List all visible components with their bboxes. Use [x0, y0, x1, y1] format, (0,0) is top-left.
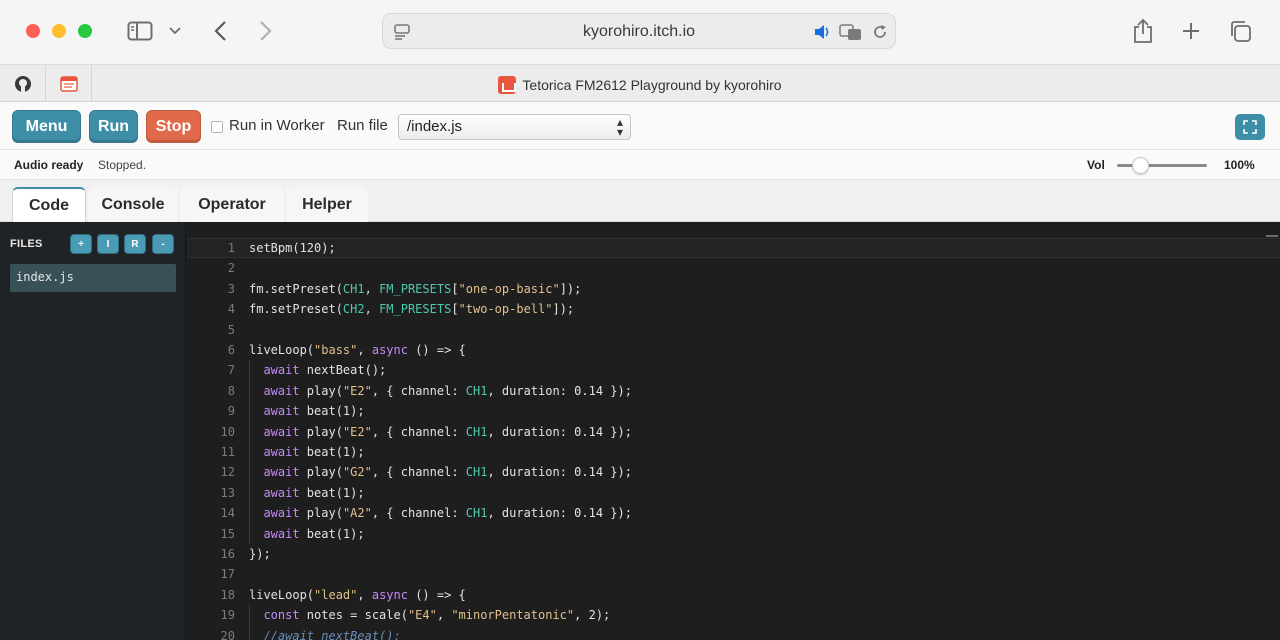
line-number: 6	[227, 343, 235, 357]
line-number: 9	[227, 404, 235, 419]
reload-icon[interactable]	[871, 23, 889, 45]
run-file-value: /index.js	[407, 118, 463, 135]
line-number: 4	[227, 302, 235, 317]
tab-console[interactable]: Console	[88, 187, 178, 222]
browser-toolbar: kyorohiro.itch.io	[0, 0, 1280, 64]
delete-file-button[interactable]: -	[152, 234, 174, 254]
code-line[interactable]: await play("E2", { channel: CH1, duratio…	[249, 381, 632, 401]
fullscreen-button[interactable]	[1235, 114, 1265, 140]
tab-overview-button[interactable]	[1226, 16, 1254, 46]
code-line[interactable]: //await nextBeat();	[249, 626, 400, 640]
share-button[interactable]	[1130, 16, 1156, 46]
active-tab[interactable]: Tetorica FM2612 Playground by kyorohiro	[0, 76, 1280, 94]
share-icon	[1134, 18, 1152, 43]
code-line[interactable]: });	[249, 544, 271, 564]
line-number: 18	[220, 587, 235, 602]
new-tab-button[interactable]	[1178, 16, 1204, 46]
code-line[interactable]: liveLoop("lead", async () => {	[249, 585, 466, 605]
zoom-window-button[interactable]	[78, 24, 92, 38]
volume-percent: 100%	[1224, 158, 1255, 172]
sidebar-toggle-button[interactable]	[124, 16, 156, 46]
run-in-worker-label: Run in Worker	[229, 117, 325, 134]
code-line[interactable]: fm.setPreset(CH2, FM_PRESETS["two-op-bel…	[249, 299, 574, 319]
rename-file-button[interactable]: R	[124, 234, 146, 254]
fullscreen-icon	[1243, 120, 1257, 134]
browser-tab-strip: Tetorica FM2612 Playground by kyorohiro	[0, 64, 1280, 102]
app-toolbar: Menu Run Stop Run in Worker Run file /in…	[0, 102, 1280, 150]
status-bar: Audio ready Stopped. Vol 100%	[0, 150, 1280, 180]
line-number: 7	[227, 363, 235, 378]
indent-guide	[249, 605, 250, 640]
line-number: 13	[220, 485, 235, 500]
code-line[interactable]: await play("G2", { channel: CH1, duratio…	[249, 462, 632, 482]
line-number: 8	[227, 383, 235, 398]
run-button[interactable]: Run	[89, 110, 138, 143]
run-file-label: Run file	[337, 117, 388, 134]
tabs-icon	[1231, 21, 1251, 42]
itchio-favicon-icon	[498, 76, 517, 94]
line-number: 11	[220, 445, 235, 459]
stop-button[interactable]: Stop	[146, 110, 201, 143]
code-line[interactable]: await beat(1);	[249, 442, 364, 462]
code-line[interactable]: await beat(1);	[249, 524, 364, 544]
line-number: 16	[220, 547, 235, 561]
chevron-down-icon	[169, 27, 181, 35]
code-line[interactable]: await play("A2", { channel: CH1, duratio…	[249, 503, 632, 523]
new-file-button[interactable]: +	[70, 234, 92, 254]
sidebar-menu-button[interactable]	[166, 16, 184, 46]
indent-guide	[249, 360, 250, 544]
line-number: 19	[220, 608, 235, 623]
playback-status: Stopped.	[98, 158, 147, 172]
line-number: 3	[227, 281, 235, 296]
code-line[interactable]: await beat(1);	[249, 483, 364, 503]
line-number: 12	[220, 465, 235, 480]
select-updown-icon: ▴ ▾	[616, 115, 623, 139]
import-file-button[interactable]: I	[97, 234, 119, 254]
line-number: 17	[220, 567, 235, 582]
code-line[interactable]: liveLoop("bass", async () => {	[249, 340, 466, 360]
line-number: 14	[220, 506, 235, 521]
minimize-window-button[interactable]	[52, 24, 66, 38]
scrollbar-marker[interactable]	[1266, 235, 1278, 237]
tab-helper[interactable]: Helper	[286, 187, 368, 222]
code-line[interactable]: await nextBeat();	[249, 360, 386, 380]
volume-label: Vol	[1087, 158, 1105, 172]
line-number: 1	[227, 241, 235, 255]
run-in-worker-checkbox[interactable]	[211, 121, 223, 133]
translate-icon[interactable]	[839, 23, 863, 45]
code-editor[interactable]: 1 setBpm(120); 2 3 fm.setPreset(CH1, FM_PRES…	[187, 222, 1280, 640]
chevron-right-icon	[260, 21, 272, 41]
active-tab-title: Tetorica FM2612 Playground by kyorohiro	[522, 77, 782, 93]
line-number: 20	[220, 628, 235, 640]
tab-operator[interactable]: Operator	[180, 187, 284, 222]
code-line[interactable]: setBpm(120);	[249, 238, 336, 258]
code-line[interactable]: fm.setPreset(CH1, FM_PRESETS["one-op-bas…	[249, 279, 581, 299]
code-line[interactable]: const notes = scale("E4", "minorPentaton…	[249, 605, 610, 625]
line-number: 15	[220, 526, 235, 541]
audio-status: Audio ready	[14, 158, 84, 172]
run-file-select[interactable]: /index.js ▴ ▾	[398, 114, 631, 140]
forward-button[interactable]	[252, 16, 280, 46]
panel-tabs: Code Console Operator Helper	[0, 180, 1280, 222]
address-bar[interactable]: kyorohiro.itch.io	[382, 13, 896, 49]
volume-slider-thumb[interactable]	[1132, 157, 1149, 174]
code-line[interactable]: await beat(1);	[249, 401, 364, 421]
back-button[interactable]	[206, 16, 234, 46]
files-heading: FILES	[10, 238, 43, 250]
line-number: 10	[220, 424, 235, 439]
volume-slider[interactable]	[1117, 164, 1207, 167]
files-sidebar: FILES + I R - index.js	[0, 222, 186, 640]
current-line-highlight	[187, 238, 1280, 258]
menu-button[interactable]: Menu	[12, 110, 81, 143]
plus-icon	[1183, 23, 1199, 39]
line-number: 5	[227, 322, 235, 337]
sidebar-icon	[127, 21, 153, 41]
close-window-button[interactable]	[26, 24, 40, 38]
chevron-left-icon	[214, 21, 226, 41]
speaker-icon[interactable]	[813, 23, 833, 45]
file-item-index-js[interactable]: index.js	[10, 264, 176, 292]
tab-code[interactable]: Code	[12, 187, 86, 222]
line-number: 2	[227, 261, 235, 276]
code-line[interactable]: await play("E2", { channel: CH1, duratio…	[249, 422, 632, 442]
